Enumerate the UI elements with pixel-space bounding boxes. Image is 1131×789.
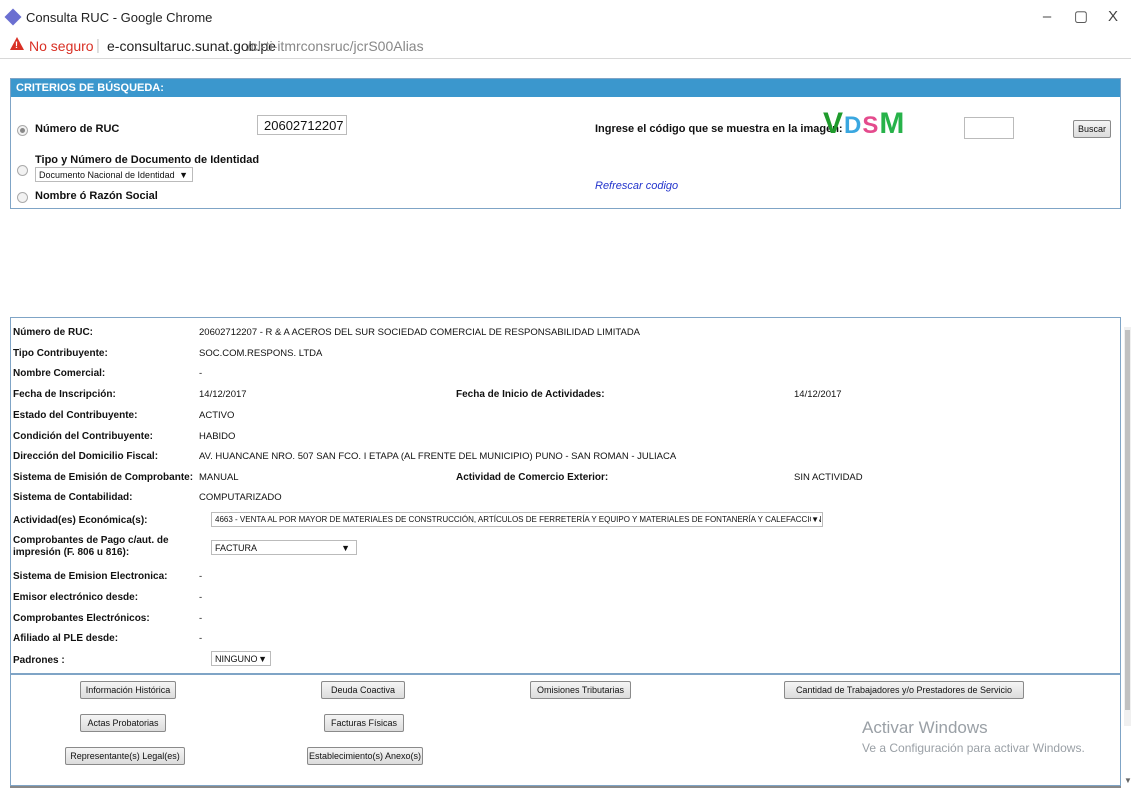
- contabilidad-label: Sistema de Contabilidad:: [13, 492, 133, 503]
- activation-watermark-subtitle: Ve a Configuración para activar Windows.: [862, 741, 1085, 755]
- establecimientos-anexos-button[interactable]: Establecimiento(s) Anexo(s): [307, 747, 423, 765]
- tipo-label: Tipo Contribuyente:: [13, 348, 108, 359]
- comprobantes-electronicos-value: -: [199, 613, 203, 624]
- criteria-title: CRITERIOS DE BÚSQUEDA:: [16, 82, 164, 94]
- search-button[interactable]: Buscar: [1073, 120, 1111, 138]
- captcha-char: V: [823, 107, 845, 140]
- ruc-row-label: Número de RUC:: [13, 327, 94, 338]
- comprobantes-select[interactable]: FACTURA ▼: [211, 540, 357, 555]
- domicilio-value: AV. HUANCANE NRO. 507 SAN FCO. I ETAPA (…: [199, 451, 677, 462]
- window-title: Consulta RUC - Google Chrome: [26, 10, 213, 25]
- activation-watermark-title: Activar Windows: [862, 718, 988, 737]
- dropdown-arrow-icon: ▼: [341, 543, 350, 553]
- radio-ruc[interactable]: [17, 125, 28, 136]
- emision-electronica-label: Sistema de Emision Electronica:: [13, 571, 168, 582]
- address-separator: |: [96, 37, 100, 54]
- criteria-header: CRITERIOS DE BÚSQUEDA:: [11, 79, 1120, 97]
- nombre-comercial-label: Nombre Comercial:: [13, 368, 106, 379]
- padrones-label: Padrones :: [13, 655, 65, 666]
- estado-value: ACTIVO: [199, 410, 235, 421]
- emisor-desde-label: Emisor electrónico desde:: [13, 592, 139, 603]
- emisor-desde-value: -: [199, 592, 203, 603]
- fecha-inicio-label: Fecha de Inicio de Actividades:: [456, 389, 605, 400]
- ruc-label: Número de RUC: [35, 123, 120, 135]
- fecha-inscripcion-value: 14/12/2017: [199, 389, 247, 400]
- emision-electronica-value: -: [199, 571, 203, 582]
- comercio-exterior-value: SIN ACTIVIDAD: [794, 472, 863, 483]
- ple-label: Afiliado al PLE desde:: [13, 633, 119, 644]
- chrome-diamond-icon: [4, 8, 22, 26]
- tipo-value: SOC.COM.RESPONS. LTDA: [199, 348, 323, 359]
- domicilio-label: Dirección del Domicilio Fiscal:: [13, 451, 159, 462]
- minimize-button[interactable]: –: [1032, 6, 1062, 28]
- ruc-row-value: 20602712207 - R & A ACEROS DEL SUR SOCIE…: [199, 327, 641, 338]
- search-criteria-panel: CRITERIOS DE BÚSQUEDA: Número de RUC 206…: [10, 78, 1121, 209]
- actas-probatorias-button[interactable]: Actas Probatorias: [80, 714, 166, 732]
- page-content: CRITERIOS DE BÚSQUEDA: Número de RUC 206…: [0, 60, 1131, 789]
- ruc-input[interactable]: 20602712207: [257, 115, 347, 135]
- deuda-coactiva-button[interactable]: Deuda Coactiva: [321, 681, 405, 699]
- fecha-inscripcion-label: Fecha de Inscripción:: [13, 389, 116, 400]
- dropdown-arrow-icon: ▼: [179, 170, 188, 180]
- captcha-prompt: Ingrese el código que se muestra en la i…: [595, 123, 843, 135]
- comprobantes-label-line2: impresión (F. 806 u 816):: [13, 547, 130, 558]
- scroll-down-icon[interactable]: ▼: [1124, 776, 1131, 785]
- padrones-select[interactable]: NINGUNO ▼: [211, 651, 271, 666]
- nombre-comercial-value: -: [199, 368, 203, 379]
- document-type-select[interactable]: Documento Nacional de Identidad ▼: [35, 167, 193, 182]
- captcha-char: D: [844, 112, 863, 139]
- cantidad-trabajadores-button[interactable]: Cantidad de Trabajadores y/o Prestadores…: [784, 681, 1024, 699]
- omisiones-tributarias-button[interactable]: Omisiones Tributarias: [530, 681, 631, 699]
- captcha-input[interactable]: [964, 117, 1014, 139]
- document-label: Tipo y Número de Documento de Identidad: [35, 154, 260, 166]
- document-type-value: Documento Nacional de Identidad: [39, 170, 175, 180]
- url-path[interactable]: /cl-ti-itmrconsruc/jcrS00Alias: [247, 38, 424, 54]
- refresh-code-link[interactable]: Refrescar codigo: [595, 180, 678, 192]
- window-titlebar: Consulta RUC - Google Chrome – ▢ X: [0, 0, 1131, 34]
- warning-exclamation: !: [15, 40, 18, 50]
- radio-name[interactable]: [17, 192, 28, 203]
- emision-label: Sistema de Emisión de Comprobante:: [13, 472, 194, 483]
- dropdown-arrow-icon: ▼: [258, 654, 267, 664]
- result-panel: Número de RUC: 20602712207 - R & A ACERO…: [10, 317, 1121, 674]
- representantes-legales-button[interactable]: Representante(s) Legal(es): [65, 747, 185, 765]
- radio-document[interactable]: [17, 165, 28, 176]
- informacion-historica-button[interactable]: Información Histórica: [80, 681, 176, 699]
- actividad-select[interactable]: 4663 - VENTA AL POR MAYOR DE MATERIALES …: [211, 512, 823, 527]
- name-label: Nombre ó Razón Social: [35, 190, 158, 202]
- comprobantes-label: Comprobantes de Pago c/aut. de: [13, 535, 169, 546]
- estado-label: Estado del Contribuyente:: [13, 410, 138, 421]
- bottom-divider: [10, 786, 1121, 788]
- condicion-value: HABIDO: [199, 431, 236, 442]
- condicion-label: Condición del Contribuyente:: [13, 431, 153, 442]
- address-bar[interactable]: ! No seguro | e-consultaruc.sunat.gob.pe…: [0, 34, 1131, 59]
- security-status[interactable]: No seguro: [29, 38, 94, 54]
- padrones-value: NINGUNO: [215, 654, 258, 664]
- fecha-inicio-value: 14/12/2017: [794, 389, 842, 400]
- actividad-value: 4663 - VENTA AL POR MAYOR DE MATERIALES …: [215, 515, 822, 524]
- comercio-exterior-label: Actividad de Comercio Exterior:: [456, 472, 609, 483]
- captcha-image: VDSM: [823, 107, 905, 141]
- captcha-char: M: [879, 107, 906, 140]
- maximize-button[interactable]: ▢: [1066, 6, 1096, 28]
- emision-value: MANUAL: [199, 472, 239, 483]
- scrollbar-thumb[interactable]: [1125, 330, 1130, 710]
- contabilidad-value: COMPUTARIZADO: [199, 492, 282, 503]
- actividad-label: Actividad(es) Económica(s):: [13, 515, 148, 526]
- comprobantes-electronicos-label: Comprobantes Electrónicos:: [13, 613, 150, 624]
- captcha-char: S: [862, 112, 880, 139]
- close-button[interactable]: X: [1098, 6, 1128, 28]
- facturas-fisicas-button[interactable]: Facturas Físicas: [324, 714, 404, 732]
- ple-value: -: [199, 633, 203, 644]
- comprobantes-value: FACTURA: [215, 543, 258, 553]
- dropdown-arrow-icon: ▼: [811, 513, 819, 526]
